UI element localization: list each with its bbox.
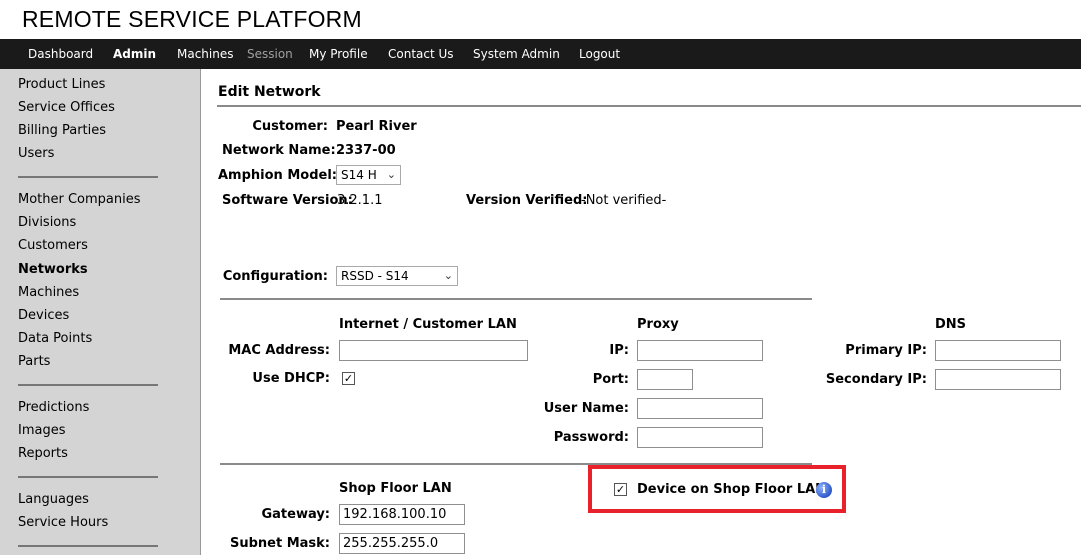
- network-name-value: 2337-00: [336, 143, 396, 158]
- app-title: REMOTE SERVICE PLATFORM: [22, 6, 362, 32]
- sidebar-item-product-lines[interactable]: Product Lines: [18, 77, 105, 92]
- nav-session[interactable]: Session: [247, 47, 293, 61]
- primary-ip-input[interactable]: [935, 340, 1061, 361]
- proxy-port-input[interactable]: [637, 369, 693, 390]
- amphion-model-select[interactable]: S14 H ⌄: [336, 165, 401, 185]
- nav-my-profile[interactable]: My Profile: [309, 47, 368, 61]
- sidebar-item-service-hours[interactable]: Service Hours: [18, 515, 108, 530]
- internet-lan-heading: Internet / Customer LAN: [339, 317, 517, 332]
- nav-admin[interactable]: Admin: [113, 47, 156, 61]
- dns-heading: DNS: [935, 317, 967, 332]
- sidebar-divider: [18, 176, 158, 178]
- sidebar-item-data-points[interactable]: Data Points: [18, 331, 92, 346]
- sidebar-item-service-offices[interactable]: Service Offices: [18, 100, 115, 115]
- sidebar-item-images[interactable]: Images: [18, 423, 66, 438]
- nav-machines[interactable]: Machines: [177, 47, 233, 61]
- configuration-value: RSSD - S14: [341, 269, 409, 283]
- device-on-shop-floor-label: Device on Shop Floor LAN: [637, 482, 827, 497]
- sidebar-item-users[interactable]: Users: [18, 146, 54, 161]
- proxy-password-label: Password:: [553, 430, 629, 445]
- software-version-label: Software Version:: [222, 193, 353, 208]
- primary-ip-label: Primary IP:: [845, 343, 927, 358]
- sidebar-item-divisions[interactable]: Divisions: [18, 215, 76, 230]
- sidebar-item-languages[interactable]: Languages: [18, 492, 89, 507]
- proxy-ip-label: IP:: [609, 343, 629, 358]
- sidebar-item-networks[interactable]: Networks: [18, 262, 88, 277]
- chevron-down-icon: ⌄: [443, 269, 453, 282]
- nav-logout[interactable]: Logout: [579, 47, 620, 61]
- mac-address-label: MAC Address:: [228, 343, 330, 358]
- checkmark-icon: ✓: [343, 372, 354, 385]
- software-version-value: 3.2.1.1: [337, 193, 383, 208]
- nav-system-admin[interactable]: System Admin: [473, 47, 560, 61]
- gateway-label: Gateway:: [261, 507, 330, 522]
- secondary-ip-label: Secondary IP:: [825, 372, 927, 387]
- nav-dashboard[interactable]: Dashboard: [28, 47, 93, 61]
- proxy-ip-input[interactable]: [637, 340, 763, 361]
- sidebar-item-reports[interactable]: Reports: [18, 446, 68, 461]
- sidebar-item-devices[interactable]: Devices: [18, 308, 69, 323]
- section-divider: [220, 298, 812, 300]
- device-on-shop-floor-checkbox[interactable]: ✓: [614, 483, 627, 496]
- info-icon[interactable]: i: [816, 482, 832, 498]
- subnet-mask-label: Subnet Mask:: [229, 536, 330, 551]
- shop-floor-heading: Shop Floor LAN: [339, 481, 452, 496]
- mac-address-input[interactable]: [339, 340, 528, 361]
- sidebar-item-mother-companies[interactable]: Mother Companies: [18, 192, 141, 207]
- configuration-label: Configuration:: [222, 269, 328, 284]
- sidebar-item-parts[interactable]: Parts: [18, 354, 50, 369]
- top-nav: Dashboard Admin Machines Session My Prof…: [0, 39, 1081, 69]
- proxy-heading: Proxy: [637, 317, 679, 332]
- version-verified-label: Version Verified:: [466, 193, 588, 208]
- use-dhcp-checkbox[interactable]: ✓: [342, 372, 355, 385]
- sidebar-divider: [18, 384, 158, 386]
- checkmark-icon: ✓: [615, 483, 626, 496]
- sidebar-divider: [18, 476, 158, 478]
- configuration-select[interactable]: RSSD - S14 ⌄: [336, 266, 458, 286]
- proxy-password-input[interactable]: [637, 427, 763, 448]
- proxy-username-input[interactable]: [637, 398, 763, 419]
- sidebar-item-customers[interactable]: Customers: [18, 238, 88, 253]
- version-verified-value: -Not verified-: [581, 193, 667, 208]
- sidebar-item-predictions[interactable]: Predictions: [18, 400, 89, 415]
- customer-label: Customer:: [252, 119, 328, 134]
- heading-divider: [217, 105, 1081, 107]
- proxy-username-label: User Name:: [543, 401, 629, 416]
- proxy-port-label: Port:: [592, 372, 629, 387]
- network-name-label: Network Name:: [222, 143, 336, 158]
- sidebar-item-machines[interactable]: Machines: [18, 285, 79, 300]
- amphion-model-label: Amphion Model:: [218, 168, 337, 183]
- amphion-model-value: S14 H: [341, 168, 377, 182]
- subnet-mask-input[interactable]: 255.255.255.0: [339, 533, 465, 554]
- chevron-down-icon: ⌄: [386, 168, 396, 181]
- page-title: Edit Network: [218, 84, 321, 100]
- gateway-input[interactable]: 192.168.100.10: [339, 504, 465, 525]
- sidebar-divider: [18, 545, 158, 547]
- nav-contact-us[interactable]: Contact Us: [388, 47, 454, 61]
- sidebar-item-billing-parties[interactable]: Billing Parties: [18, 123, 106, 138]
- customer-value: Pearl River: [336, 119, 417, 134]
- sidebar: Product Lines Service Offices Billing Pa…: [0, 69, 201, 555]
- secondary-ip-input[interactable]: [935, 369, 1061, 390]
- use-dhcp-label: Use DHCP:: [252, 371, 330, 386]
